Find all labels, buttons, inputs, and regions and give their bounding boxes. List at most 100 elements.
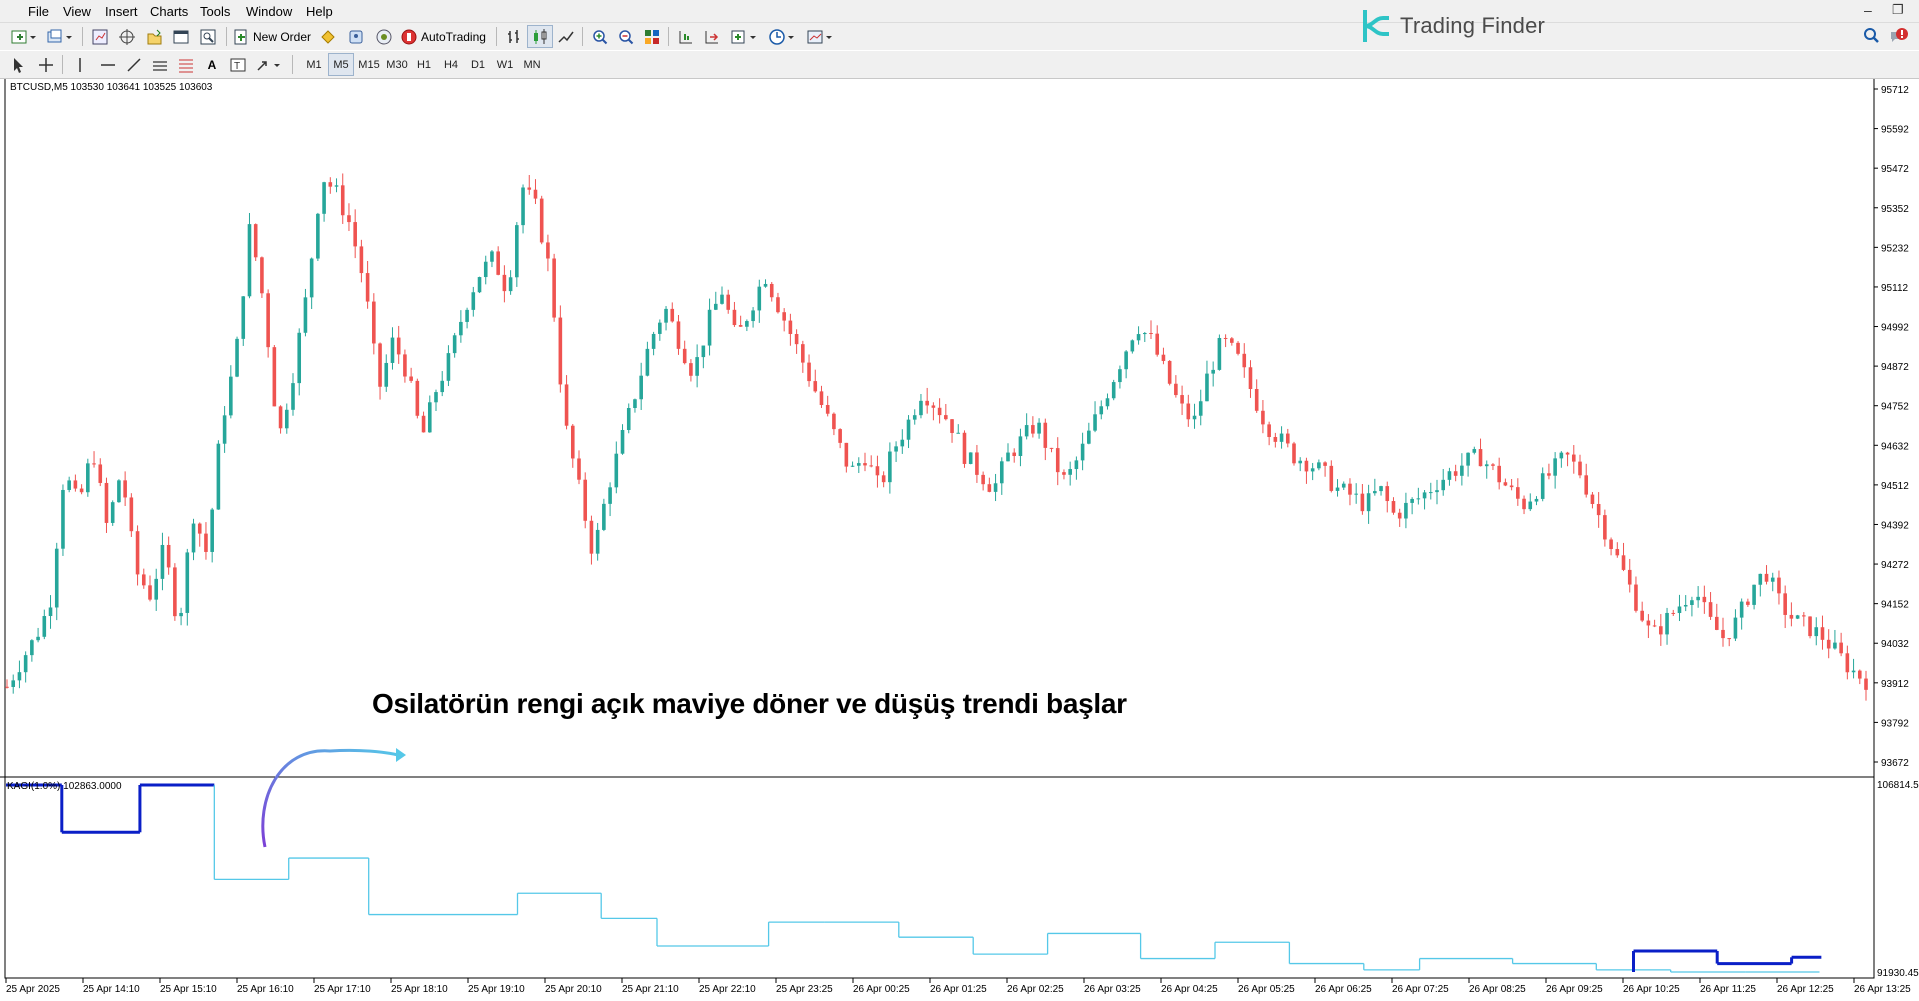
candle-body	[944, 415, 948, 420]
candle-body	[1373, 491, 1377, 494]
market-icon[interactable]	[372, 26, 396, 47]
data-window-icon[interactable]	[115, 26, 139, 47]
candle-body	[1105, 398, 1110, 407]
candle-body	[1186, 403, 1191, 420]
candle-body	[1540, 473, 1545, 499]
timeframe-h4[interactable]: H4	[439, 54, 463, 75]
candle-body	[987, 484, 992, 492]
candle-body	[415, 380, 420, 416]
autotrading-button[interactable]: AutoTrading	[400, 26, 490, 47]
candle-body	[1559, 452, 1564, 459]
zoom-out-icon[interactable]	[614, 26, 638, 47]
candle-body	[117, 480, 121, 503]
indicators-dropdown[interactable]	[728, 26, 762, 47]
menu-view[interactable]: View	[63, 4, 91, 19]
tile-windows-icon[interactable]	[640, 26, 664, 47]
candle-body	[303, 297, 308, 333]
candle-body	[689, 363, 693, 376]
menu-window[interactable]: Window	[246, 4, 292, 19]
line-chart-icon[interactable]	[554, 26, 578, 47]
terminal-icon[interactable]	[169, 26, 193, 47]
timeframe-h1[interactable]: H1	[412, 54, 436, 75]
candle-body	[459, 321, 463, 336]
profiles-icon[interactable]	[44, 26, 76, 47]
chart-window[interactable]: 95712 95592 95472 95352 95232 95112 94992 94872…	[0, 79, 1919, 996]
new-order-button[interactable]: New Order	[232, 26, 322, 47]
search-icon[interactable]	[1862, 27, 1880, 50]
candle-body	[1453, 471, 1458, 476]
candle-body	[1627, 569, 1632, 585]
market-watch-icon[interactable]	[88, 26, 112, 47]
expert-advisor-icon[interactable]	[316, 26, 340, 47]
candle-body	[1783, 593, 1787, 615]
candle-body	[1304, 460, 1309, 472]
timeframe-mn[interactable]: MN	[520, 54, 544, 75]
periods-dropdown[interactable]	[766, 26, 800, 47]
bar-chart-icon[interactable]	[502, 26, 526, 47]
timeframe-m30[interactable]: M30	[384, 54, 410, 75]
templates-dropdown[interactable]	[804, 26, 838, 47]
vertical-line-icon[interactable]	[68, 54, 92, 75]
candle-body	[1503, 482, 1508, 486]
text-tool-icon[interactable]: A	[200, 54, 224, 75]
candle-body	[956, 432, 961, 434]
menu-charts[interactable]: Charts	[150, 4, 188, 19]
candle-body	[204, 533, 208, 552]
minimize-icon[interactable]: –	[1864, 2, 1872, 18]
chart-shift-icon[interactable]	[674, 26, 698, 47]
restore-icon[interactable]: ❐	[1892, 2, 1904, 18]
crosshair-icon[interactable]	[34, 54, 58, 75]
candle-body	[515, 225, 519, 278]
candlestick-icon[interactable]	[527, 25, 553, 48]
candle-body	[1205, 373, 1209, 402]
candle-body	[1665, 612, 1669, 635]
candle-body	[508, 277, 513, 292]
timeframe-w1[interactable]: W1	[493, 54, 517, 75]
timeframe-m15[interactable]: M15	[356, 54, 382, 75]
notifications-icon[interactable]	[1888, 26, 1910, 51]
candle-body	[173, 567, 177, 617]
candle-body	[1460, 465, 1464, 476]
fibonacci-icon[interactable]	[174, 54, 198, 75]
timeframe-d1[interactable]: D1	[466, 54, 490, 75]
candle-body	[869, 465, 874, 467]
menu-help[interactable]: Help	[306, 4, 333, 19]
text-label-icon[interactable]: T	[226, 54, 250, 75]
candle-body	[975, 452, 979, 475]
timeframe-m5[interactable]: M5	[328, 53, 354, 76]
cursor-icon[interactable]	[6, 54, 30, 75]
candle-body	[670, 308, 675, 322]
strategy-tester-icon[interactable]	[196, 26, 220, 47]
menu-file[interactable]: File	[28, 4, 49, 19]
candle-body	[1167, 360, 1172, 384]
candle-body	[1652, 625, 1657, 627]
signals-icon[interactable]	[344, 26, 368, 47]
candle-body	[166, 544, 171, 568]
menu-insert[interactable]: Insert	[105, 4, 138, 19]
zoom-in-icon[interactable]	[588, 26, 612, 47]
menu-tools[interactable]: Tools	[200, 4, 230, 19]
new-chart-icon[interactable]	[8, 26, 40, 47]
arrows-dropdown[interactable]	[252, 54, 286, 75]
candle-body	[1093, 414, 1097, 431]
candle-body	[1099, 406, 1104, 415]
navigator-icon[interactable]	[142, 26, 166, 47]
candle-body	[260, 257, 264, 294]
candle-body	[912, 415, 917, 420]
candle-body	[782, 312, 786, 321]
price-chart[interactable]: 95712 95592 95472 95352 95232 95112 94992 94872…	[0, 79, 1919, 996]
candle-body	[894, 446, 898, 452]
candle-body	[1702, 596, 1707, 603]
horizontal-line-icon[interactable]	[96, 54, 120, 75]
auto-scroll-icon[interactable]	[700, 26, 724, 47]
timeframe-m1[interactable]: M1	[302, 54, 326, 75]
candle-body	[11, 680, 16, 687]
candle-body	[1659, 626, 1663, 635]
time-label: 26 Apr 11:25	[1700, 984, 1756, 995]
equidistant-channel-icon[interactable]	[148, 54, 172, 75]
standard-toolbar: New Order AutoTrading	[0, 23, 1919, 50]
trendline-icon[interactable]	[122, 54, 146, 75]
candle-body	[838, 429, 842, 443]
candle-body	[452, 335, 457, 354]
candle-body	[539, 198, 544, 243]
